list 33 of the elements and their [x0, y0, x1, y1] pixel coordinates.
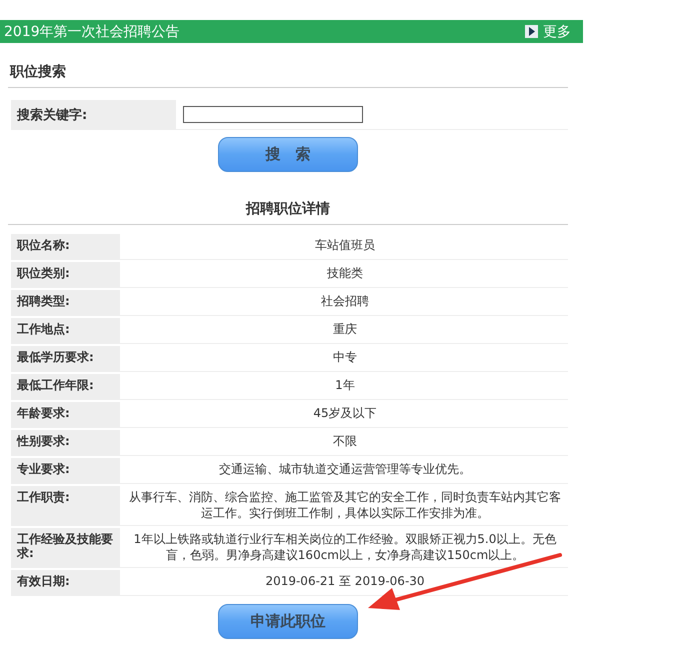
row-value: 技能类	[326, 265, 364, 282]
search-button[interactable]: 搜 索	[218, 137, 358, 172]
row-label: 最低工作年限:	[11, 374, 120, 399]
keyword-input-field[interactable]	[183, 106, 363, 123]
row-value: 2019-06-21 至 2019-06-30	[264, 573, 426, 590]
row-value: 交通运输、城市轨道交通运营管理等专业优先。	[218, 461, 472, 478]
row-label: 工作地点:	[11, 318, 120, 343]
section-title: 2019年第一次社会招聘公告	[4, 22, 180, 40]
row-value: 社会招聘	[320, 293, 370, 310]
row-label: 专业要求:	[11, 458, 120, 483]
row-value: 45岁及以下	[312, 405, 378, 422]
row-label: 最低学历要求:	[11, 346, 120, 371]
row-label: 工作经验及技能要求:	[11, 528, 120, 568]
row-label: 有效日期:	[11, 570, 120, 596]
apply-button[interactable]: 申请此职位	[218, 604, 358, 640]
play-icon	[525, 25, 538, 38]
row-value: 车站值班员	[314, 237, 376, 254]
row-value: 从事行车、消防、综合监控、施工监管及其它的安全工作，同时负责车站内其它客运工作。实行倒班工作制，具体以实际工作安排为准。	[128, 489, 562, 522]
row-label: 职位名称:	[11, 234, 120, 259]
row-label: 招聘类型:	[11, 290, 120, 315]
row-label: 性别要求:	[11, 430, 120, 455]
section-heading: 招聘职位详情	[8, 172, 568, 225]
row-label: 职位类别:	[11, 262, 120, 287]
row-label: 年龄要求:	[11, 402, 120, 427]
row-value: 1年以上铁路或轨道行业行车相关岗位的工作经验。双眼矫正视力5.0以上。无色盲，色弱。男净身高建议160cm以上，女净身高建议150cm以上。	[132, 531, 558, 564]
row-value: 重庆	[332, 321, 358, 338]
row-value: 1年	[334, 377, 356, 394]
more-link[interactable]: 更多	[525, 22, 571, 40]
row-value: 中专	[332, 349, 358, 366]
section-heading: 职位搜索	[8, 43, 568, 88]
row-value: 不限	[332, 433, 358, 450]
field-label: 搜索关键字:	[11, 100, 176, 129]
row-label: 工作职责:	[11, 486, 120, 526]
